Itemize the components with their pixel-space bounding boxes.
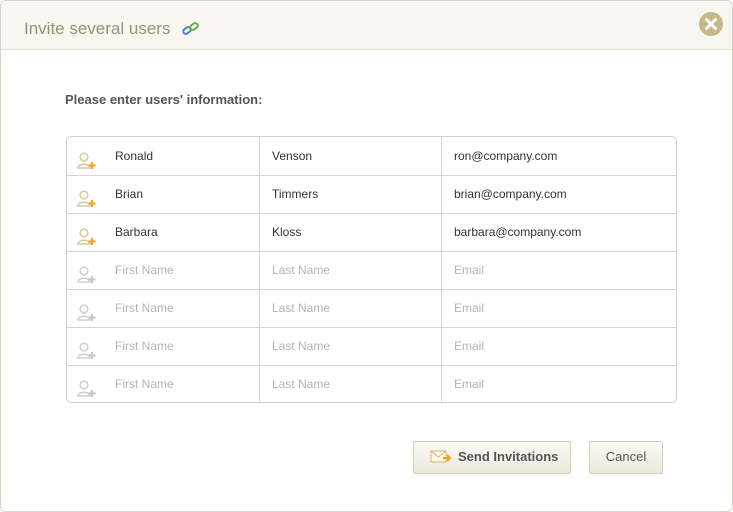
- email-field-text: Email: [454, 263, 485, 277]
- send-invitations-button[interactable]: Send Invitations: [413, 441, 571, 474]
- close-button[interactable]: [699, 12, 723, 36]
- last-name-field-text: Last Name: [272, 263, 331, 277]
- user-row: Brian Timmers brian@company.com: [67, 175, 676, 214]
- email-field[interactable]: barbara@company.com: [441, 213, 676, 251]
- email-field[interactable]: Email: [441, 327, 676, 365]
- user-row: First Name Last Name Email: [67, 327, 676, 366]
- first-name-field[interactable]: First Name: [67, 251, 259, 289]
- last-name-field[interactable]: Last Name: [259, 251, 441, 289]
- instructions-label: Please enter users' information:: [65, 92, 263, 107]
- first-name-field-text: Ronald: [115, 149, 154, 163]
- email-field-text: barbara@company.com: [454, 225, 582, 239]
- email-field[interactable]: ron@company.com: [441, 137, 676, 175]
- last-name-field[interactable]: Last Name: [259, 365, 441, 402]
- dialog-header: Invite several users: [1, 1, 732, 50]
- first-name-field[interactable]: Brian: [67, 175, 259, 213]
- last-name-field[interactable]: Last Name: [259, 289, 441, 327]
- user-row: Barbara Kloss barbara@company.com: [67, 213, 676, 252]
- first-name-field[interactable]: First Name: [67, 289, 259, 327]
- add-user-icon: [77, 185, 97, 207]
- email-field[interactable]: Email: [441, 251, 676, 289]
- first-name-field-text: First Name: [115, 301, 174, 315]
- first-name-field[interactable]: Barbara: [67, 213, 259, 251]
- add-user-icon: [77, 375, 97, 397]
- last-name-field[interactable]: Timmers: [259, 175, 441, 213]
- cancel-label: Cancel: [605, 449, 647, 464]
- first-name-field[interactable]: Ronald: [67, 137, 259, 175]
- first-name-field[interactable]: First Name: [67, 365, 259, 402]
- envelope-arrow-icon: [430, 450, 452, 467]
- last-name-field-text: Last Name: [272, 377, 331, 391]
- user-row: First Name Last Name Email: [67, 251, 676, 290]
- invite-dialog: Invite several users Please enter users'…: [0, 0, 733, 512]
- email-field[interactable]: Email: [441, 289, 676, 327]
- last-name-field[interactable]: Last Name: [259, 327, 441, 365]
- first-name-field-text: First Name: [115, 377, 174, 391]
- email-field[interactable]: brian@company.com: [441, 175, 676, 213]
- add-user-icon: [77, 337, 97, 359]
- add-user-icon: [77, 147, 97, 169]
- send-invitations-label: Send Invitations: [458, 449, 559, 464]
- add-user-icon: [77, 299, 97, 321]
- email-field-text: Email: [454, 339, 485, 353]
- email-field-text: ron@company.com: [454, 149, 558, 163]
- first-name-field-text: Barbara: [115, 225, 158, 239]
- first-name-field-text: Brian: [115, 187, 144, 201]
- first-name-field-text: First Name: [115, 263, 174, 277]
- last-name-field-text: Venson: [272, 149, 313, 163]
- dialog-title: Invite several users: [24, 19, 171, 38]
- email-field-text: brian@company.com: [454, 187, 567, 201]
- last-name-field[interactable]: Venson: [259, 137, 441, 175]
- email-field-text: Email: [454, 377, 485, 391]
- last-name-field[interactable]: Kloss: [259, 213, 441, 251]
- user-row: Ronald Venson ron@company.com: [67, 137, 676, 176]
- last-name-field-text: Last Name: [272, 301, 331, 315]
- cancel-button[interactable]: Cancel: [589, 441, 663, 474]
- close-icon: [705, 18, 717, 30]
- last-name-field-text: Last Name: [272, 339, 331, 353]
- first-name-field[interactable]: First Name: [67, 327, 259, 365]
- users-table: Ronald Venson ron@company.com Brian Timmers b…: [66, 136, 677, 403]
- first-name-field-text: First Name: [115, 339, 174, 353]
- last-name-field-text: Timmers: [272, 187, 319, 201]
- link-icon: [181, 21, 201, 37]
- add-user-icon: [77, 223, 97, 245]
- user-row: First Name Last Name Email: [67, 289, 676, 328]
- user-row: First Name Last Name Email: [67, 365, 676, 402]
- email-field-text: Email: [454, 301, 485, 315]
- add-user-icon: [77, 261, 97, 283]
- last-name-field-text: Kloss: [272, 225, 302, 239]
- email-field[interactable]: Email: [441, 365, 676, 402]
